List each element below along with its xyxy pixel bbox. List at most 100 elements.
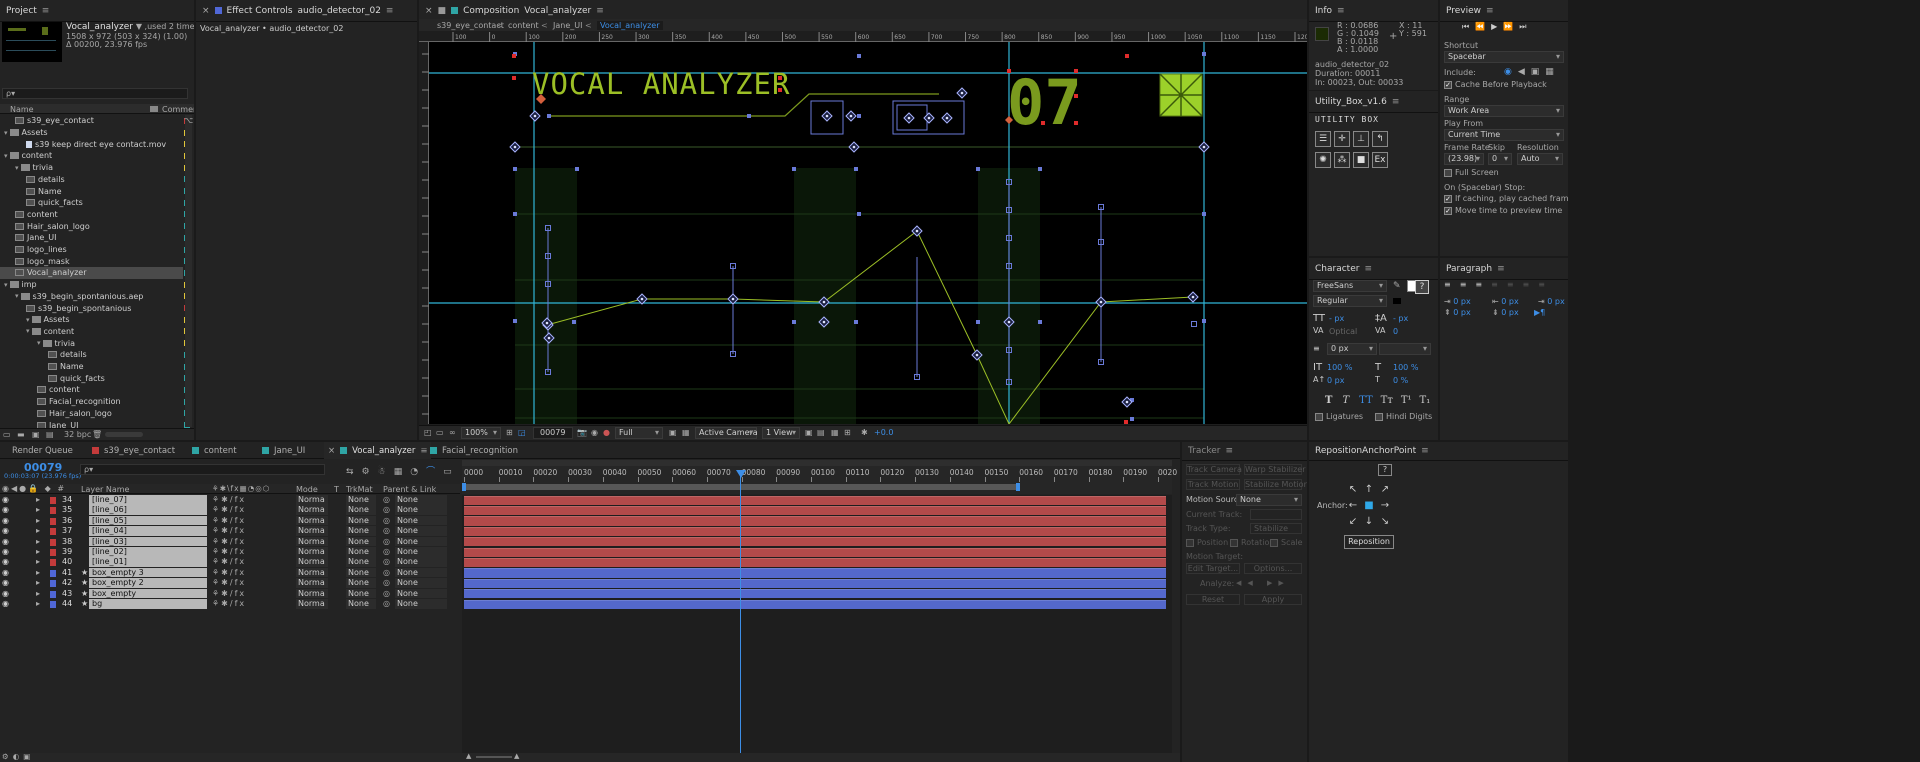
anchor-bottom-left-icon[interactable]: ↙: [1347, 516, 1359, 528]
align-right-icon[interactable]: ≡: [1475, 280, 1491, 289]
layer-label-swatch[interactable]: [50, 559, 56, 567]
visibility-icon[interactable]: ◉: [2, 568, 9, 577]
track-camera-button[interactable]: Track Camera: [1186, 464, 1242, 475]
parent-dropdown[interactable]: None: [395, 557, 447, 567]
effect-controls-tab[interactable]: × Effect Controls audio_detector_02 ≡: [196, 0, 417, 22]
project-item[interactable]: ▾ trivia: [0, 337, 190, 349]
parent-dropdown[interactable]: None: [395, 567, 447, 578]
roi-icon[interactable]: ▣: [669, 428, 677, 437]
project-item[interactable]: ▾ content: [0, 150, 190, 162]
motion-blur-icon[interactable]: ◔: [410, 467, 426, 477]
parent-pickwhip-icon[interactable]: ◎: [383, 495, 390, 504]
utility-box-tab[interactable]: Utility_Box_v1.6 ≡: [1309, 91, 1438, 113]
disclosure-triangle-icon[interactable]: ▾: [15, 292, 19, 300]
layer-switches[interactable]: ⚘✱/fx: [212, 599, 246, 608]
anchor-right-icon[interactable]: →: [1379, 500, 1391, 512]
layer-row[interactable]: ◉ ▸ 36 [line_05] ⚘✱/fx Norma None ◎ None: [0, 515, 460, 526]
justify-all-icon[interactable]: ≡: [1538, 280, 1554, 289]
anchor-bottom-icon[interactable]: ↓: [1363, 516, 1375, 528]
parent-pickwhip-icon[interactable]: ◎: [383, 578, 390, 587]
analyze-buttons[interactable]: ◀◀ ▶▶: [1236, 579, 1290, 587]
project-item[interactable]: Facial_recognition: [0, 396, 190, 408]
layer-switches[interactable]: ⚘✱/fx: [212, 557, 246, 566]
current-time-field[interactable]: 00079: [533, 427, 573, 439]
project-tab[interactable]: Project ≡: [0, 0, 194, 22]
visibility-icon[interactable]: ◉: [2, 526, 9, 535]
layer-switches[interactable]: ⚘✱/fx: [212, 578, 246, 587]
tracking-value[interactable]: 0: [1393, 327, 1398, 336]
project-item[interactable]: quick_facts: [0, 197, 190, 209]
disclosure-triangle-icon[interactable]: ▾: [15, 164, 19, 172]
monitor-icon[interactable]: ▭: [436, 428, 444, 437]
center-anchor-icon[interactable]: ✛: [1334, 131, 1350, 147]
work-area-end-handle[interactable]: [1016, 483, 1020, 491]
new-folder-icon[interactable]: ▬: [17, 430, 25, 439]
graph-editor-icon[interactable]: ⌒: [426, 467, 443, 477]
reposition-button[interactable]: Reposition: [1344, 535, 1394, 549]
layer-row[interactable]: ◉ ▸ 34 [line_07] ⚘✱/fx Norma None ◎ None: [0, 495, 460, 505]
transform-handle[interactable]: [976, 167, 980, 171]
layer-label-swatch[interactable]: [50, 580, 56, 588]
transform-handle[interactable]: [1202, 212, 1206, 216]
layer-switches[interactable]: ⚘✱/fx: [212, 516, 246, 525]
play-from-dropdown[interactable]: Current Time: [1444, 129, 1564, 141]
align-left-icon[interactable]: ≡: [1444, 280, 1460, 289]
project-item[interactable]: Name: [0, 361, 190, 373]
composition-mini-flowchart-icon[interactable]: ⇆: [346, 467, 362, 477]
region-icon[interactable]: ◲: [518, 428, 526, 437]
project-item[interactable]: logo_lines: [0, 244, 190, 256]
shortcut-dropdown[interactable]: Spacebar: [1444, 51, 1564, 63]
blend-mode-dropdown[interactable]: Norma: [296, 547, 328, 557]
stroke-color-swatch[interactable]: ?: [1415, 280, 1429, 294]
layer-duration-bar[interactable]: [464, 516, 1166, 526]
transparency-grid-icon[interactable]: ▦: [682, 428, 690, 437]
project-item[interactable]: ▾ Assets: [0, 314, 190, 326]
layer-expand-icon[interactable]: ▸: [36, 589, 40, 598]
project-item[interactable]: Hair_salon_logo: [0, 220, 190, 232]
layer-expand-icon[interactable]: ▸: [36, 537, 40, 546]
layer-row[interactable]: ◉ ▸ 40 [line_01] ⚘✱/fx Norma None ◎ None: [0, 557, 460, 567]
frame-rate-dropdown[interactable]: (23.98): [1444, 153, 1484, 165]
project-item[interactable]: details: [0, 174, 190, 186]
playhead-marker[interactable]: [736, 470, 746, 478]
comp-canvas[interactable]: 100 0 100 200 250 300 350 400 450 500 550 600 650 700…: [419, 32, 1307, 425]
timeline-icon[interactable]: ▦: [831, 428, 839, 437]
transform-handle[interactable]: [854, 320, 858, 324]
zoom-in-icon[interactable]: ▲: [514, 752, 519, 760]
panel-menu-icon[interactable]: ≡: [1225, 446, 1233, 456]
stroke-width-dropdown[interactable]: 0 px: [1327, 343, 1377, 355]
layer-row[interactable]: ◉ ▸ 35 [line_06] ⚘✱/fx Norma None ◎ None: [0, 505, 460, 515]
track-matte-dropdown[interactable]: None: [346, 495, 376, 505]
panel-menu-icon[interactable]: ≡: [1421, 446, 1429, 456]
scale-checkbox[interactable]: [1270, 538, 1278, 547]
layer-duration-bar[interactable]: [464, 599, 1166, 609]
flowchart-icon[interactable]: ⌥: [184, 116, 193, 125]
layer-switches[interactable]: ⚘✱/fx: [212, 526, 246, 535]
stabilize-motion-button[interactable]: Stabilize Motion: [1244, 479, 1307, 490]
project-item[interactable]: s39_eye_contact: [0, 115, 190, 127]
anchor-bottom-right-icon[interactable]: ↘: [1379, 516, 1391, 528]
timeline-footer-icons[interactable]: ⚙◐▣: [2, 752, 34, 761]
blend-mode-dropdown[interactable]: Norma: [296, 536, 328, 547]
col-name-header[interactable]: Name: [10, 105, 34, 114]
kerning-dropdown[interactable]: Optical: [1329, 327, 1357, 336]
layer-name[interactable]: [line_06]: [89, 505, 207, 515]
track-matte-dropdown[interactable]: None: [346, 547, 376, 557]
align-icon[interactable]: ⊥: [1353, 131, 1369, 147]
timeline-tab[interactable]: Jane_UI: [262, 442, 305, 459]
info-tab[interactable]: Info ≡: [1309, 0, 1438, 22]
layer-duration-bar[interactable]: [464, 537, 1166, 547]
blend-mode-dropdown[interactable]: Norma: [296, 515, 328, 526]
layer-switches[interactable]: ⚘✱/fx: [212, 495, 246, 504]
project-scrollbar[interactable]: [185, 115, 192, 427]
thumbnail-slider[interactable]: [105, 432, 143, 437]
subscript-button[interactable]: T₁: [1420, 395, 1431, 406]
project-item[interactable]: Vocal_analyzer: [0, 267, 190, 279]
track-matte-dropdown[interactable]: None: [346, 578, 376, 588]
last-frame-icon[interactable]: ⏭: [1519, 22, 1532, 31]
transform-handle[interactable]: [513, 319, 517, 323]
justify-right-icon[interactable]: ≡: [1523, 280, 1539, 289]
panel-menu-icon[interactable]: ≡: [1497, 264, 1505, 274]
transform-handle[interactable]: [1202, 319, 1206, 323]
track-matte-dropdown[interactable]: None: [346, 536, 376, 547]
